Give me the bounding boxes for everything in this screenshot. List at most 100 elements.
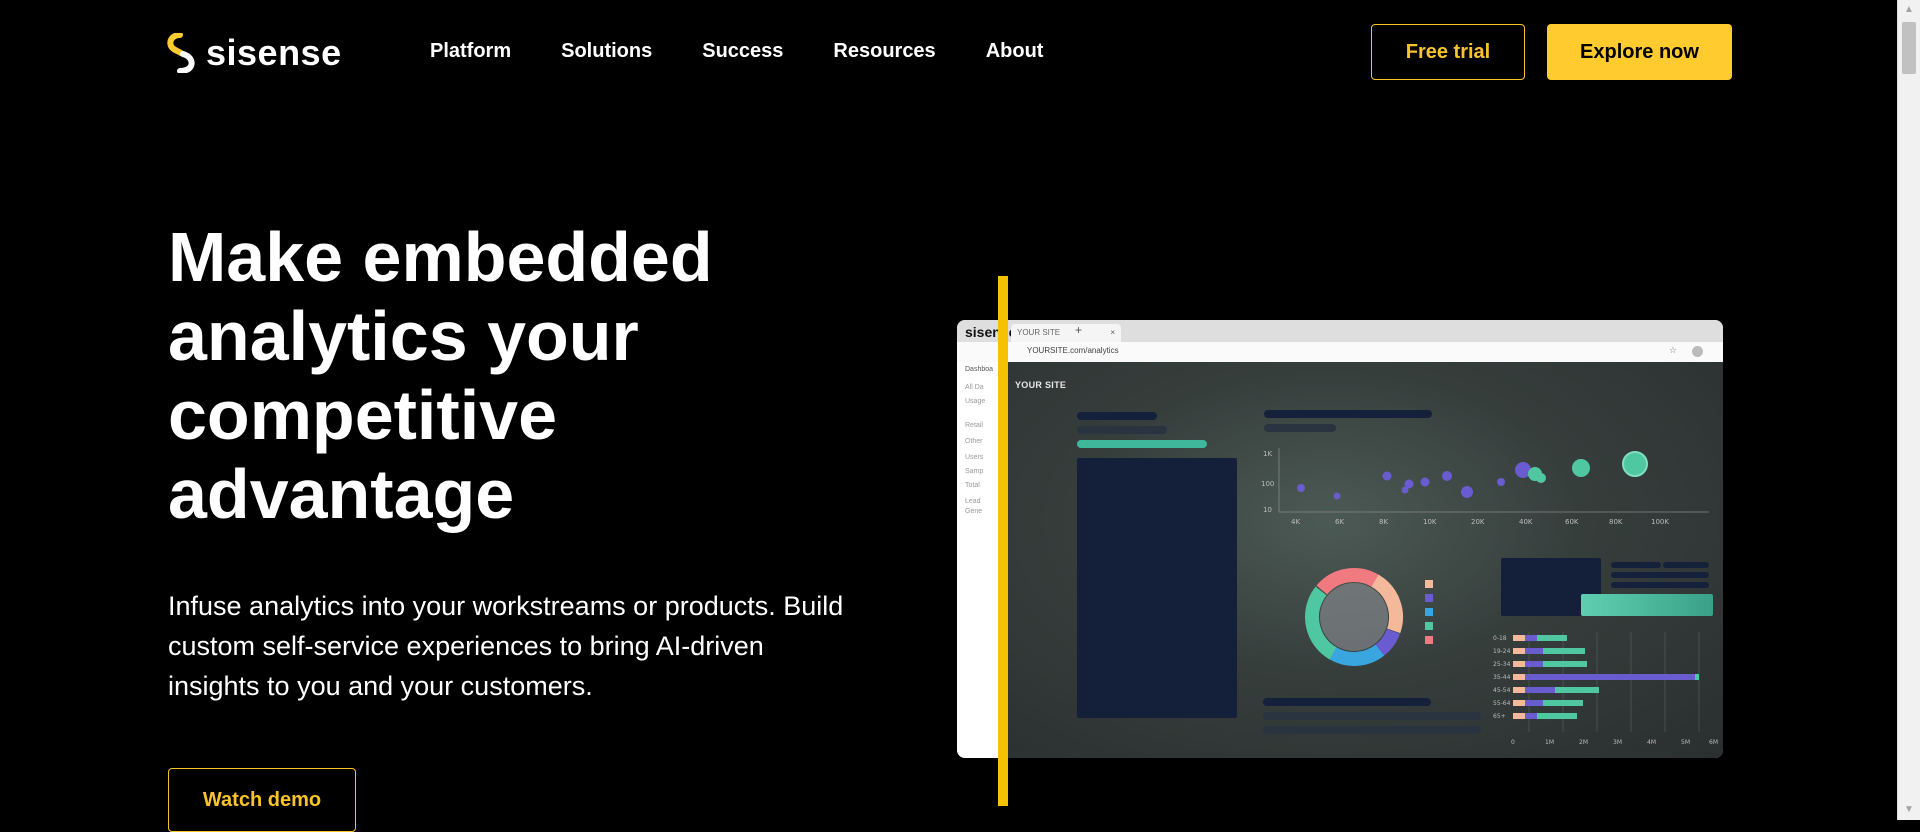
mock-sidebar-item: Usage xyxy=(965,398,986,405)
bar-row xyxy=(1513,635,1567,641)
hero-title: Make embedded analytics your competitive… xyxy=(168,218,713,533)
scroll-down-icon[interactable]: ▼ xyxy=(1898,800,1920,820)
bar-x-tick: 4M xyxy=(1647,739,1656,746)
scatter-y-tick: 100 xyxy=(1261,480,1274,488)
placeholder-bar xyxy=(1611,582,1709,588)
bar-x-tick: 1M xyxy=(1545,739,1554,746)
mock-dashboard-title: YOUR SITE xyxy=(1015,380,1067,390)
profile-icon xyxy=(1692,346,1703,357)
nav-about[interactable]: About xyxy=(986,40,1044,63)
mock-bar-chart: 0-18 19-24 25-34 35-44 45-54 55-64 65+ 0… xyxy=(1493,632,1718,746)
bar-category-label: 65+ xyxy=(1493,713,1506,720)
scatter-point xyxy=(1572,459,1590,477)
new-tab-icon: + xyxy=(1075,323,1083,337)
bar-x-tick: 3M xyxy=(1613,739,1622,746)
free-trial-button[interactable]: Free trial xyxy=(1371,24,1525,80)
placeholder-bar xyxy=(1611,562,1661,568)
mock-sidebar-item: Retail xyxy=(965,422,983,429)
explore-now-button[interactable]: Explore now xyxy=(1547,24,1732,80)
logo-wordmark: sisense xyxy=(206,32,342,73)
scatter-x-tick: 8K xyxy=(1379,518,1388,526)
mock-sidebar-heading: Dashboa xyxy=(965,366,994,373)
placeholder-bar xyxy=(1581,594,1713,616)
scatter-point xyxy=(1461,486,1473,498)
scatter-point xyxy=(1420,477,1430,487)
mock-dashboard: YOUR SITE 1K 100 10 4K 6K 8K 10K 20K 40K… xyxy=(1007,362,1723,758)
bar-category-label: 55-64 xyxy=(1493,700,1511,707)
placeholder-bar xyxy=(1077,412,1157,420)
placeholder-bar xyxy=(1263,698,1431,706)
legend-swatch xyxy=(1425,622,1433,630)
mock-logo: sisense xyxy=(965,324,1017,340)
placeholder-bar xyxy=(1611,572,1709,578)
watch-demo-button[interactable]: Watch demo xyxy=(168,768,356,832)
bar-category-label: 19-24 xyxy=(1493,648,1511,655)
scatter-point xyxy=(1404,479,1414,489)
mock-sidebar-item: Total xyxy=(965,482,980,489)
scatter-x-tick: 10K xyxy=(1423,518,1437,526)
nav-resources[interactable]: Resources xyxy=(833,40,935,63)
scatter-point xyxy=(1497,478,1505,486)
legend-swatch xyxy=(1425,636,1433,644)
bar-category-label: 45-54 xyxy=(1493,687,1511,694)
browser-tabbar: sisense YOUR SITE × + xyxy=(957,320,1723,342)
bar-row xyxy=(1513,674,1699,680)
mock-donut-chart xyxy=(1305,568,1403,666)
bar-category-label: 35-44 xyxy=(1493,674,1511,681)
bar-x-tick: 0 xyxy=(1511,739,1515,746)
placeholder-bar xyxy=(1263,712,1481,720)
accent-line xyxy=(998,276,1008,806)
mock-sidebar-item: Gene xyxy=(965,508,983,515)
bar-row xyxy=(1513,687,1599,693)
scroll-thumb[interactable] xyxy=(1902,22,1916,74)
placeholder-bar xyxy=(1077,426,1167,434)
nav-solutions[interactable]: Solutions xyxy=(561,40,652,63)
placeholder-bar xyxy=(1264,424,1336,432)
nav-success[interactable]: Success xyxy=(702,40,783,63)
hero-subtitle: Infuse analytics into your workstreams o… xyxy=(168,591,844,701)
scatter-point xyxy=(1333,492,1341,500)
scatter-point xyxy=(1297,484,1305,492)
sisense-logo-icon xyxy=(167,33,195,73)
scatter-point xyxy=(1382,471,1392,481)
mock-scatter-chart: 1K 100 10 4K 6K 8K 10K 20K 40K 60K 80K 1… xyxy=(1261,448,1709,526)
scatter-point xyxy=(1622,451,1648,477)
mock-sidebar-item: Lead xyxy=(965,498,981,505)
donut-center xyxy=(1320,583,1388,651)
placeholder-bar xyxy=(1077,440,1207,448)
mock-sidebar-item: All Da xyxy=(965,384,984,391)
product-screenshot: sisense YOUR SITE × + YOURSITE.com/analy… xyxy=(957,320,1723,758)
browser-tab-label: YOUR SITE xyxy=(1017,328,1061,337)
bar-category-label: 25-34 xyxy=(1493,661,1511,668)
mock-sidebar-item: Users xyxy=(965,454,984,461)
scatter-point xyxy=(1442,471,1452,481)
main-nav: Platform Solutions Success Resources Abo… xyxy=(430,40,1043,63)
mock-sidebar-item: Other xyxy=(965,438,983,445)
placeholder-bar xyxy=(1663,562,1709,568)
bookmark-star-icon: ☆ xyxy=(1668,345,1677,355)
nav-platform[interactable]: Platform xyxy=(430,40,511,63)
placeholder-panel xyxy=(1077,458,1237,718)
bar-x-tick: 6M xyxy=(1709,739,1718,746)
scatter-x-tick: 4K xyxy=(1291,518,1300,526)
bar-row xyxy=(1513,648,1585,654)
sisense-logo[interactable]: sisense xyxy=(166,32,342,74)
bar-category-label: 0-18 xyxy=(1493,635,1507,642)
scatter-x-tick: 40K xyxy=(1519,518,1533,526)
legend-swatch xyxy=(1425,608,1433,616)
legend-swatch xyxy=(1425,594,1433,602)
tab-close-icon: × xyxy=(1110,328,1115,337)
scatter-x-tick: 20K xyxy=(1471,518,1485,526)
bar-row xyxy=(1513,661,1587,667)
scroll-up-icon[interactable]: ▲ xyxy=(1898,0,1920,20)
scatter-x-tick: 100K xyxy=(1651,518,1669,526)
browser-tab: YOUR SITE × xyxy=(1011,324,1121,342)
placeholder-bar xyxy=(1263,726,1481,734)
scatter-x-tick: 80K xyxy=(1609,518,1623,526)
browser-url: YOURSITE.com/analytics xyxy=(1027,346,1119,355)
scatter-x-tick: 6K xyxy=(1335,518,1344,526)
browser-address-bar: YOURSITE.com/analytics ☆ xyxy=(957,342,1723,363)
bar-row xyxy=(1513,700,1583,706)
page-scrollbar[interactable]: ▲ ▼ xyxy=(1897,0,1920,820)
scatter-y-tick: 10 xyxy=(1263,506,1272,514)
